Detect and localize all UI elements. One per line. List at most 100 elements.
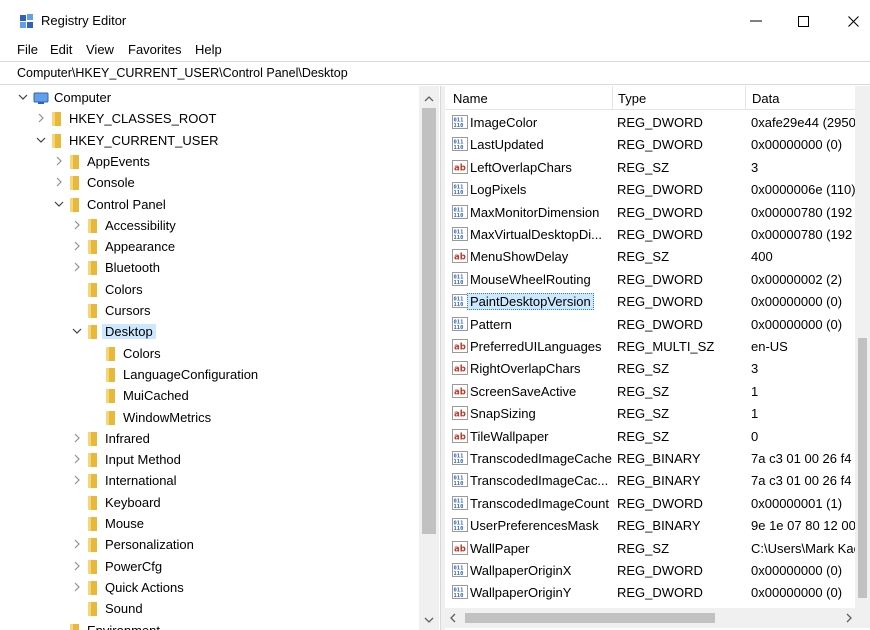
close-button[interactable] — [838, 8, 868, 34]
list-item[interactable]: ab LeftOverlapChars REG_SZ 3 — [445, 156, 870, 178]
key-tree[interactable]: Computer HKEY_CLASSES_ROOT HKEY_CURRENT_US… — [0, 86, 442, 630]
list-item[interactable]: 011 110 ImageColor REG_DWORD 0xafe29e44 (295… — [445, 111, 870, 133]
list-item[interactable]: 011 110 WallpaperOriginX REG_DWORD 0x0000000… — [445, 559, 870, 581]
chevron-down-icon[interactable] — [54, 198, 64, 210]
chevron-right-icon[interactable] — [72, 474, 82, 486]
tree-node[interactable]: WindowMetrics — [0, 407, 420, 428]
list-hscroll-thumb[interactable] — [465, 613, 715, 623]
tree-node[interactable]: Keyboard — [0, 492, 420, 513]
tree-node[interactable]: Environment — [0, 620, 420, 630]
chevron-right-icon[interactable] — [36, 112, 46, 124]
value-list[interactable]: Name Type Data 011 110 ImageColor REG_DWORD… — [445, 86, 870, 630]
menu-favorites[interactable]: Favorites — [128, 42, 181, 57]
chevron-right-icon[interactable] — [72, 261, 82, 273]
list-item[interactable]: 011 110 MaxVirtualDesktopDi... REG_DWORD 0x0… — [445, 223, 870, 245]
tree-node-label: Bluetooth — [105, 260, 160, 276]
tree-node-label: WindowMetrics — [123, 409, 212, 425]
chevron-right-icon[interactable] — [72, 538, 82, 550]
tree-node[interactable]: PowerCfg — [0, 556, 420, 577]
list-item[interactable]: 011 110 Pattern REG_DWORD 0x00000000 (0) — [445, 313, 870, 335]
list-scroll-thumb[interactable] — [858, 338, 867, 598]
column-divider[interactable] — [612, 86, 613, 110]
binary-value-icon: 011 110 — [452, 226, 468, 242]
tree-node[interactable]: International — [0, 470, 420, 491]
tree-node[interactable]: Sound — [0, 598, 420, 619]
chevron-right-icon[interactable] — [72, 432, 82, 444]
tree-node[interactable]: Personalization — [0, 534, 420, 555]
list-item[interactable]: ab SnapSizing REG_SZ 1 — [445, 402, 870, 424]
list-item[interactable]: 011 110 TranscodedImageCac... REG_BINARY 7a … — [445, 469, 870, 491]
tree-node[interactable]: Appearance — [0, 236, 420, 257]
list-item[interactable]: 011 110 PaintDesktopVersion REG_DWORD 0x0000… — [445, 290, 870, 312]
tree-node[interactable]: Input Method — [0, 449, 420, 470]
scroll-up-icon[interactable] — [424, 90, 434, 105]
tree-node[interactable]: AppEvents — [0, 151, 420, 172]
tree-node[interactable]: Infrared — [0, 428, 420, 449]
tree-node[interactable]: HKEY_CLASSES_ROOT — [0, 108, 420, 129]
minimize-button[interactable] — [741, 8, 771, 34]
column-name[interactable]: Name — [453, 91, 488, 106]
tree-node[interactable]: Quick Actions — [0, 577, 420, 598]
chevron-down-icon[interactable] — [36, 134, 46, 146]
column-divider[interactable] — [745, 86, 746, 110]
value-data: 0x00000000 (0) — [751, 294, 843, 310]
chevron-down-icon[interactable] — [72, 325, 82, 337]
tree-node[interactable]: MuiCached — [0, 385, 420, 406]
chevron-right-icon[interactable] — [72, 240, 82, 252]
tree-scroll-thumb[interactable] — [422, 108, 436, 534]
chevron-right-icon[interactable] — [72, 219, 82, 231]
list-item[interactable]: 011 110 MaxMonitorDimension REG_DWORD 0x0000… — [445, 201, 870, 223]
list-item[interactable]: 011 110 WallpaperOriginY REG_DWORD 0x0000000… — [445, 581, 870, 603]
address-bar[interactable]: Computer\HKEY_CURRENT_USER\Control Panel… — [0, 61, 870, 85]
menu-help[interactable]: Help — [195, 42, 222, 57]
tree-node[interactable]: Colors — [0, 343, 420, 364]
list-item[interactable]: 011 110 UserPreferencesMask REG_BINARY 9e 1e… — [445, 514, 870, 536]
chevron-right-icon[interactable] — [72, 453, 82, 465]
scroll-left-icon[interactable] — [450, 611, 456, 626]
maximize-button[interactable] — [788, 8, 818, 34]
list-item[interactable]: ab TileWallpaper REG_SZ 0 — [445, 425, 870, 447]
folder-icon — [87, 218, 100, 234]
tree-node[interactable]: LanguageConfiguration — [0, 364, 420, 385]
chevron-down-icon[interactable] — [18, 91, 28, 103]
column-data[interactable]: Data — [752, 91, 779, 106]
address-path[interactable]: Computer\HKEY_CURRENT_USER\Control Panel… — [17, 66, 348, 80]
tree-node[interactable]: Control Panel — [0, 194, 420, 215]
tree-node[interactable]: Accessibility — [0, 215, 420, 236]
list-horizontal-scrollbar[interactable] — [445, 608, 870, 628]
list-item[interactable]: ab MenuShowDelay REG_SZ 400 — [445, 245, 870, 267]
list-item[interactable]: 011 110 MouseWheelRouting REG_DWORD 0x000000… — [445, 268, 870, 290]
list-item[interactable]: ab ScreenSaveActive REG_SZ 1 — [445, 380, 870, 402]
value-name-text: ImageColor — [470, 115, 538, 130]
list-item[interactable]: 011 110 TranscodedImageCache REG_BINARY 7a c… — [445, 447, 870, 469]
tree-node[interactable]: Bluetooth — [0, 257, 420, 278]
chevron-right-icon[interactable] — [72, 560, 82, 572]
string-value-icon: ab — [452, 159, 468, 175]
list-item[interactable]: ab RightOverlapChars REG_SZ 3 — [445, 357, 870, 379]
tree-node[interactable]: Desktop — [0, 321, 420, 342]
tree-node[interactable]: Console — [0, 172, 420, 193]
tree-node[interactable]: Colors — [0, 279, 420, 300]
chevron-right-icon[interactable] — [72, 581, 82, 593]
menu-view[interactable]: View — [86, 42, 114, 57]
tree-node[interactable]: Mouse — [0, 513, 420, 534]
tree-scrollbar[interactable] — [419, 86, 439, 630]
tree-node[interactable]: Cursors — [0, 300, 420, 321]
scroll-right-icon[interactable] — [846, 611, 852, 626]
tree-node[interactable]: Computer — [0, 87, 420, 108]
list-item[interactable]: ab PreferredUILanguages REG_MULTI_SZ en-US — [445, 335, 870, 357]
chevron-right-icon[interactable] — [54, 155, 64, 167]
list-vertical-scrollbar[interactable] — [855, 86, 870, 608]
tree-node-label: Control Panel — [87, 196, 166, 212]
list-item[interactable]: 011 110 LastUpdated REG_DWORD 0x00000000 (0) — [445, 133, 870, 155]
menu-file[interactable]: File — [17, 42, 38, 57]
value-name-text: PreferredUILanguages — [470, 339, 602, 354]
chevron-right-icon[interactable] — [54, 176, 64, 188]
list-item[interactable]: 011 110 TranscodedImageCount REG_DWORD 0x000… — [445, 492, 870, 514]
list-item[interactable]: 011 110 LogPixels REG_DWORD 0x0000006e (110) — [445, 178, 870, 200]
scroll-down-icon[interactable] — [424, 611, 434, 626]
tree-node[interactable]: HKEY_CURRENT_USER — [0, 130, 420, 151]
list-item[interactable]: ab WallPaper REG_SZ C:\Users\Mark Kae — [445, 537, 870, 559]
column-type[interactable]: Type — [618, 91, 646, 106]
menu-edit[interactable]: Edit — [50, 42, 72, 57]
